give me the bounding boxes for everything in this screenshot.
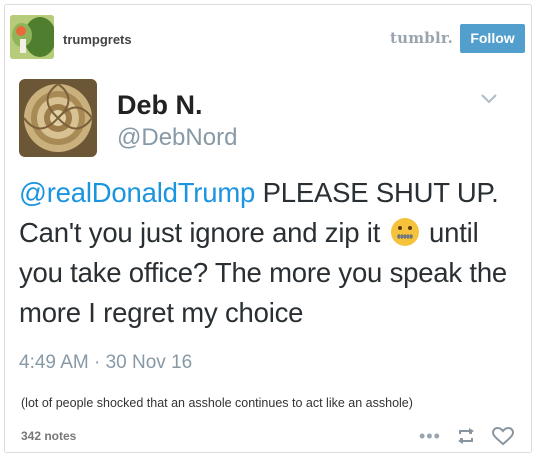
reblog-icon[interactable] bbox=[456, 427, 476, 445]
tweet-avatar[interactable] bbox=[19, 79, 97, 157]
rose-avatar-image bbox=[19, 79, 97, 157]
follow-button[interactable]: Follow bbox=[460, 24, 525, 53]
tweet-author-name[interactable]: Deb N. bbox=[117, 90, 203, 121]
tweet-timestamp[interactable]: 4:49 AM · 30 Nov 16 bbox=[19, 352, 192, 374]
tweet-author-handle[interactable]: @DebNord bbox=[117, 124, 237, 152]
tweet-embed: Deb N. @DebNord @realDonaldTrump PLEASE … bbox=[5, 65, 531, 385]
blog-avatar-image bbox=[10, 15, 54, 59]
chevron-down-icon[interactable] bbox=[479, 92, 499, 106]
heart-icon[interactable] bbox=[492, 427, 514, 446]
notes-count[interactable]: 342 notes bbox=[21, 429, 76, 443]
tumblr-logo[interactable]: tumblr. bbox=[390, 29, 453, 47]
blog-name[interactable]: trumpgrets bbox=[63, 32, 132, 47]
tweet-mention-link[interactable]: @realDonaldTrump bbox=[19, 177, 255, 208]
tumblr-post: trumpgrets tumblr. Follow Deb N. @DebNor… bbox=[4, 4, 532, 453]
post-header: trumpgrets tumblr. Follow bbox=[5, 5, 531, 67]
zipper-mouth-face-icon bbox=[390, 218, 419, 246]
post-caption: (lot of people shocked that an asshole c… bbox=[21, 396, 413, 410]
blog-avatar[interactable] bbox=[10, 15, 54, 59]
more-options-icon[interactable]: ••• bbox=[419, 426, 441, 447]
post-footer: 342 notes ••• bbox=[5, 418, 531, 452]
tweet-text: @realDonaldTrump PLEASE SHUT UP. Can't y… bbox=[19, 173, 524, 333]
